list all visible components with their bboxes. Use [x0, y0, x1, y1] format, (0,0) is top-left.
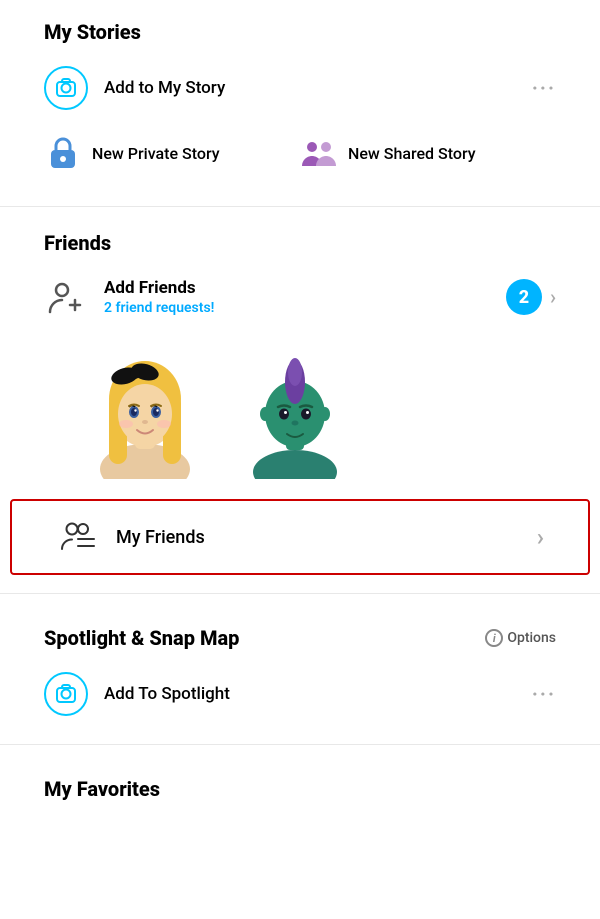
- add-to-my-story-label: Add to My Story: [104, 78, 532, 98]
- friend-requests-badge: 2: [506, 279, 542, 315]
- options-group[interactable]: i Options: [485, 629, 556, 647]
- my-friends-icon: [56, 515, 100, 559]
- my-stories-header: My Stories: [0, 10, 600, 52]
- spotlight-camera-icon: [44, 672, 88, 716]
- add-friends-subtitle: 2 friend requests!: [104, 300, 506, 316]
- divider-3: [0, 744, 600, 745]
- my-friends-chevron: ›: [537, 523, 544, 551]
- spotlight-section: Spotlight & Snap Map i Options Add: [0, 598, 600, 730]
- add-friends-text: Add Friends 2 friend requests!: [104, 278, 506, 316]
- divider-2: [0, 593, 600, 594]
- options-label: Options: [507, 630, 556, 646]
- add-friend-icon: [44, 275, 88, 319]
- add-friends-title: Add Friends: [104, 278, 506, 298]
- add-friends-chevron: ›: [550, 285, 556, 309]
- new-shared-story-label: New Shared Story: [348, 144, 476, 163]
- page-container: My Stories Add to My Story ···: [0, 0, 600, 819]
- my-favorites-header: My Favorites: [0, 767, 600, 809]
- lock-icon: [44, 134, 82, 172]
- my-friends-label: My Friends: [116, 527, 537, 548]
- my-friends-row[interactable]: My Friends ›: [10, 499, 590, 575]
- camera-circle: [44, 66, 88, 110]
- add-to-spotlight-label: Add To Spotlight: [104, 684, 532, 704]
- spotlight-header-row: Spotlight & Snap Map i Options: [0, 616, 600, 658]
- avatar-1: [80, 339, 210, 479]
- avatars-row: [0, 331, 600, 499]
- spotlight-camera-circle: [44, 672, 88, 716]
- info-icon: i: [485, 629, 503, 647]
- add-to-my-story-item[interactable]: Add to My Story ···: [0, 52, 600, 124]
- divider-1: [0, 206, 600, 207]
- new-shared-story-option[interactable]: New Shared Story: [300, 134, 556, 172]
- camera-icon: [44, 66, 88, 110]
- story-options-row: New Private Story New Shared Story: [0, 124, 600, 192]
- add-to-spotlight-more[interactable]: ···: [532, 682, 556, 706]
- friends-section: Friends Add Friends 2 friend requests! 2…: [0, 211, 600, 575]
- new-private-story-label: New Private Story: [92, 144, 220, 163]
- add-to-my-story-more[interactable]: ···: [532, 76, 556, 100]
- friends-group-icon: [300, 134, 338, 172]
- add-friends-row[interactable]: Add Friends 2 friend requests! 2 ›: [0, 263, 600, 331]
- friends-header: Friends: [0, 221, 600, 263]
- spotlight-title: Spotlight & Snap Map: [44, 626, 485, 650]
- my-stories-section: My Stories Add to My Story ···: [0, 10, 600, 202]
- new-private-story-option[interactable]: New Private Story: [44, 134, 300, 172]
- avatar-2: [230, 339, 360, 479]
- add-to-spotlight-item[interactable]: Add To Spotlight ···: [0, 658, 600, 730]
- my-favorites-section: My Favorites: [0, 749, 600, 809]
